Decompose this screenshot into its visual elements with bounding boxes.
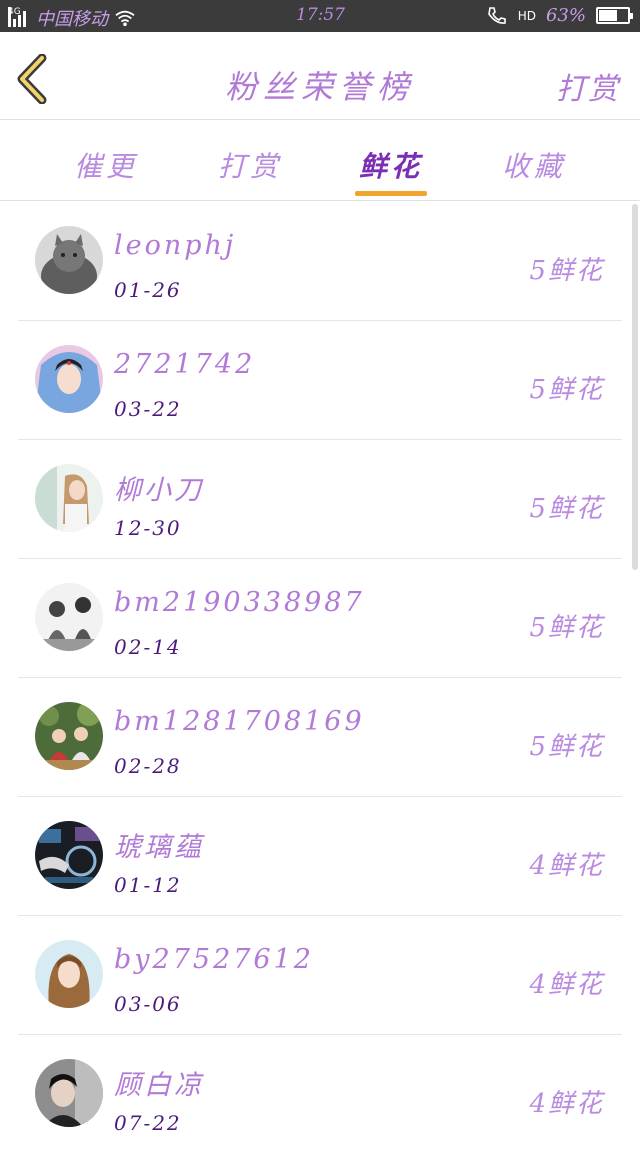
flower-count: 4鲜花 xyxy=(529,851,604,881)
list-item[interactable]: 2721742 03-22 5鲜花 xyxy=(18,321,622,440)
wifi-icon xyxy=(115,10,135,27)
fan-date: 01-26 xyxy=(114,278,182,302)
list-item[interactable]: 琥璃蕴 01-12 4鲜花 xyxy=(18,797,622,916)
flower-count: 5鲜花 xyxy=(529,256,604,286)
fan-name: 柳小刀 xyxy=(114,475,204,506)
carrier-name: 中国移动 xyxy=(36,9,108,30)
tab-urge[interactable]: 催更 xyxy=(36,145,176,185)
avatar xyxy=(35,1059,103,1127)
flower-count: 5鲜花 xyxy=(529,613,604,643)
avatar xyxy=(35,821,103,889)
fan-name: 琥璃蕴 xyxy=(114,832,204,863)
phone-icon xyxy=(487,6,506,24)
fan-date: 03-06 xyxy=(114,992,182,1016)
fan-name: 顾白凉 xyxy=(114,1070,204,1101)
list-item[interactable]: leonphj 01-26 5鲜花 xyxy=(18,202,622,321)
list-item[interactable]: by27527612 03-06 4鲜花 xyxy=(18,916,622,1035)
hd-label: HD xyxy=(517,8,536,23)
fan-name: bm2190338987 xyxy=(114,587,365,618)
fan-list: leonphj 01-26 5鲜花 2721742 03-22 5鲜花 柳小刀 … xyxy=(18,202,622,1154)
battery-icon xyxy=(596,7,633,24)
fan-date: 02-28 xyxy=(114,754,182,778)
avatar xyxy=(35,583,103,651)
flower-count: 4鲜花 xyxy=(529,970,604,1000)
reward-button[interactable]: 打赏 xyxy=(556,64,620,108)
list-item[interactable]: bm1281708169 02-28 5鲜花 xyxy=(18,678,622,797)
avatar xyxy=(35,940,103,1008)
fan-date: 03-22 xyxy=(114,397,182,421)
fan-name: by27527612 xyxy=(114,944,314,975)
clock: 17:57 xyxy=(296,5,345,25)
list-item[interactable]: bm2190338987 02-14 5鲜花 xyxy=(18,559,622,678)
flower-count: 5鲜花 xyxy=(529,375,604,405)
fan-name: leonphj xyxy=(114,230,237,261)
tab-flowers[interactable]: 鲜花 xyxy=(321,145,461,185)
app-header: 粉丝荣誉榜 打赏 xyxy=(0,32,640,120)
page-title: 粉丝荣誉榜 xyxy=(224,68,415,106)
battery-percent: 63% xyxy=(545,5,586,26)
avatar xyxy=(35,226,103,294)
list-item[interactable]: 顾白凉 07-22 4鲜花 xyxy=(18,1035,622,1154)
fan-date: 01-12 xyxy=(114,873,182,897)
fan-date: 02-14 xyxy=(114,635,182,659)
list-item[interactable]: 柳小刀 12-30 5鲜花 xyxy=(18,440,622,559)
status-bar: 4G 中国移动 17:57 HD 63% xyxy=(0,0,640,32)
active-tab-indicator xyxy=(355,191,427,196)
tab-bar: 催更 打赏 鲜花 收藏 xyxy=(0,121,640,201)
flower-count: 5鲜花 xyxy=(529,732,604,762)
tab-favorites[interactable]: 收藏 xyxy=(464,145,604,185)
tab-reward[interactable]: 打赏 xyxy=(180,145,320,185)
flower-count: 4鲜花 xyxy=(529,1089,604,1119)
fan-date: 07-22 xyxy=(114,1111,182,1135)
avatar xyxy=(35,702,103,770)
avatar xyxy=(35,464,103,532)
fan-name: bm1281708169 xyxy=(114,706,365,737)
signal-icon: 4G xyxy=(8,7,30,27)
scrollbar[interactable] xyxy=(632,204,638,570)
avatar xyxy=(35,345,103,413)
fan-name: 2721742 xyxy=(114,349,256,380)
flower-count: 5鲜花 xyxy=(529,494,604,524)
fan-date: 12-30 xyxy=(114,516,182,540)
